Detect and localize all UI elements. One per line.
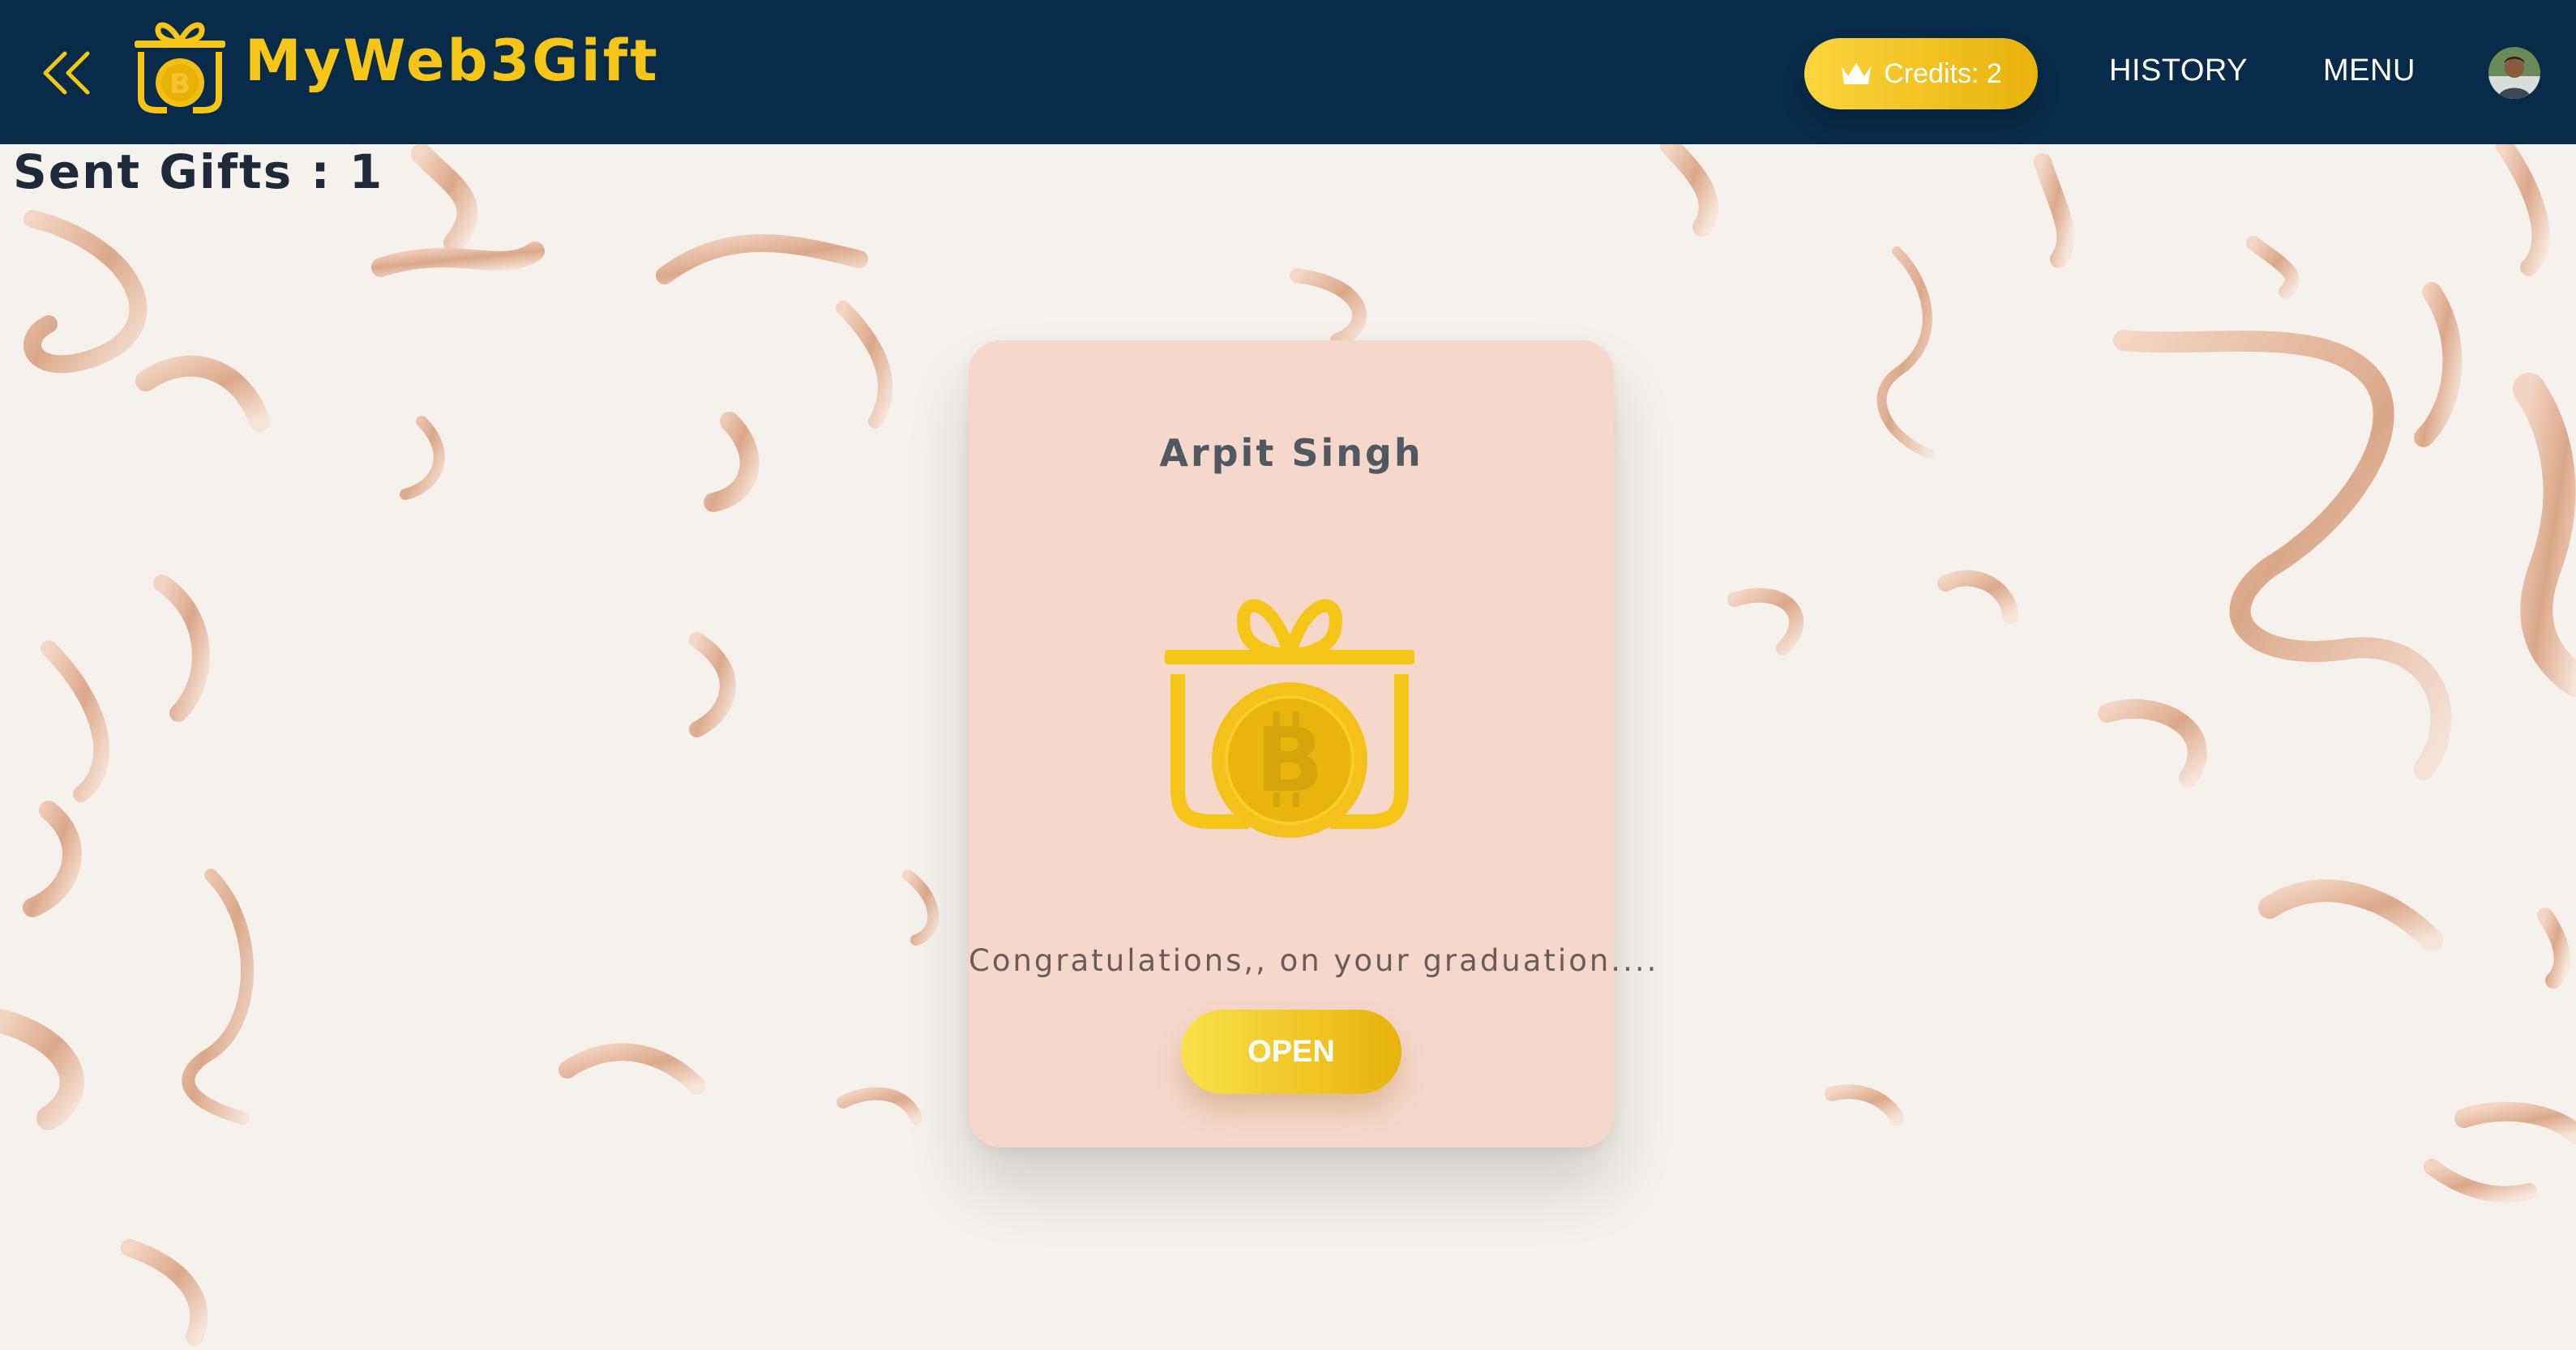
gift-card: Arpit Singh B Congratulations,, on your … [969,340,1659,1147]
double-chevron-left-icon[interactable] [41,49,92,97]
credits-label: Credits: 2 [1884,58,2002,89]
user-avatar[interactable] [2488,47,2540,99]
top-navbar: B MyWeb3Gift Credits: 2 HISTORY MENU [0,0,2576,144]
brand-title: MyWeb3Gift [245,28,660,94]
nav-history[interactable]: HISTORY [2109,55,2248,86]
open-gift-button[interactable]: OPEN [1181,1010,1401,1094]
gift-bitcoin-logo[interactable]: B [130,13,230,117]
nav-menu[interactable]: MENU [2323,55,2416,86]
gift-bitcoin-icon: B [1165,599,1414,838]
svg-text:B: B [169,68,190,100]
gift-sender-name: Arpit Singh [1159,431,1423,475]
crown-icon [1842,63,1872,84]
svg-text:B: B [1256,708,1324,812]
page-title: Sent Gifts : 1 [13,144,384,199]
credits-button[interactable]: Credits: 2 [1804,38,2038,109]
gift-message: Congratulations,, on your graduation.... [969,943,1659,978]
